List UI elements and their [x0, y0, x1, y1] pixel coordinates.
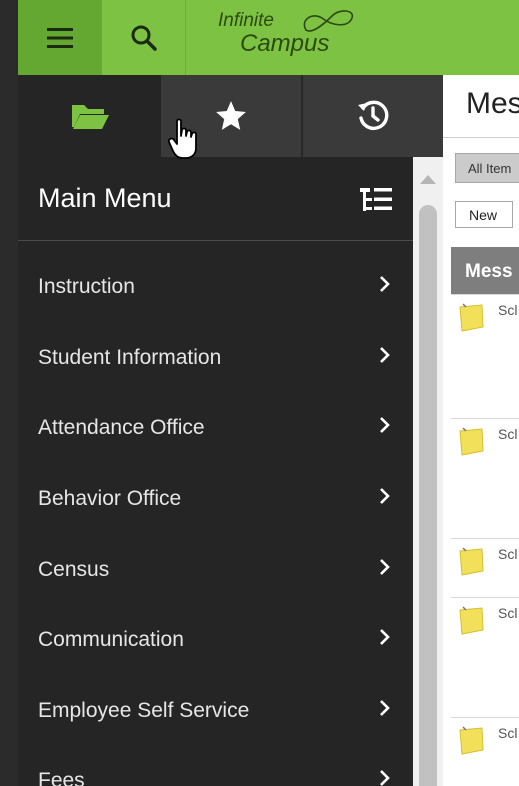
main-menu-toggle-button[interactable]	[18, 0, 102, 75]
hand-pointer-cursor-icon	[168, 118, 197, 159]
tab-history[interactable]	[303, 75, 443, 157]
message-row[interactable]: Scl	[451, 597, 519, 717]
chevron-right-icon	[380, 417, 390, 433]
chevron-right-icon	[380, 559, 390, 575]
sticky-note-icon	[459, 303, 484, 332]
menu-item-employee-self-service[interactable]: Employee Self Service	[18, 666, 413, 736]
window-left-edge	[0, 0, 18, 786]
message-row[interactable]: Scl	[451, 418, 519, 538]
message-row[interactable]: Scl	[451, 294, 519, 418]
sticky-note-icon	[459, 427, 484, 456]
hamburger-icon	[47, 27, 73, 48]
menu-item-behavior-office[interactable]: Behavior Office	[18, 454, 413, 524]
chevron-right-icon	[380, 347, 390, 363]
menu-item-label: Student Information	[38, 346, 222, 369]
search-button[interactable]	[102, 0, 186, 75]
menu-item-label: Instruction	[38, 275, 135, 298]
search-icon	[131, 25, 157, 51]
message-text: Scl	[498, 302, 518, 318]
sticky-note-icon	[459, 726, 484, 755]
menu-item-label: Census	[38, 558, 110, 581]
chevron-right-icon	[380, 276, 390, 292]
main-menu-list: Instruction Student Information Attendan…	[18, 242, 413, 786]
menu-item-fees[interactable]: Fees	[18, 736, 413, 786]
history-icon	[358, 100, 389, 131]
menu-scrollbar[interactable]	[413, 157, 443, 786]
message-text: Scl	[498, 426, 518, 442]
message-text: Scl	[498, 546, 518, 562]
new-button[interactable]: New	[455, 201, 513, 228]
main-menu-header: Main Menu	[18, 157, 413, 241]
main-menu-title: Main Menu	[38, 183, 172, 213]
message-row[interactable]: Scl	[451, 538, 519, 597]
chevron-right-icon	[380, 700, 390, 716]
menu-item-label: Fees	[38, 769, 85, 786]
star-icon	[216, 101, 246, 130]
messages-table-header: Mess	[451, 247, 519, 294]
infinity-swoosh-icon	[303, 10, 354, 32]
menu-item-communication[interactable]: Communication	[18, 595, 413, 665]
message-row[interactable]: Scl	[451, 717, 519, 786]
menu-item-attendance-office[interactable]: Attendance Office	[18, 383, 413, 453]
menu-item-label: Behavior Office	[38, 487, 182, 510]
message-text: Scl	[498, 725, 518, 741]
logo-text-line1: Infinite	[218, 10, 274, 31]
page-title: Mes	[466, 87, 519, 120]
scroll-up-arrow-icon[interactable]	[420, 175, 436, 184]
menu-item-instruction[interactable]: Instruction	[18, 242, 413, 312]
title-divider	[443, 137, 519, 138]
menu-item-label: Attendance Office	[38, 416, 205, 439]
chevron-right-icon	[380, 770, 390, 786]
menu-item-student-information[interactable]: Student Information	[18, 313, 413, 383]
sticky-note-icon	[459, 547, 484, 576]
menu-item-label: Employee Self Service	[38, 699, 250, 722]
tab-folders[interactable]	[18, 75, 161, 157]
chevron-right-icon	[380, 488, 390, 504]
sidebar-tabs	[18, 75, 443, 157]
main-menu-sidebar: Main Menu Instruction Student Informatio…	[18, 75, 443, 786]
message-text: Scl	[498, 605, 518, 621]
folder-open-icon	[71, 105, 109, 129]
infinite-campus-logo[interactable]: Infinite Campus	[218, 8, 368, 58]
sticky-note-icon	[459, 606, 484, 635]
tree-view-icon[interactable]	[360, 187, 394, 213]
top-header-bar: Infinite Campus	[18, 0, 519, 75]
menu-item-census[interactable]: Census	[18, 525, 413, 595]
message-center-panel: Mes All Item New Mess Scl Scl Scl Scl Sc…	[443, 75, 519, 786]
all-items-filter-button[interactable]: All Item	[455, 153, 519, 183]
chevron-right-icon	[380, 629, 390, 645]
scrollbar-thumb[interactable]	[419, 205, 437, 786]
menu-item-label: Communication	[38, 628, 184, 651]
